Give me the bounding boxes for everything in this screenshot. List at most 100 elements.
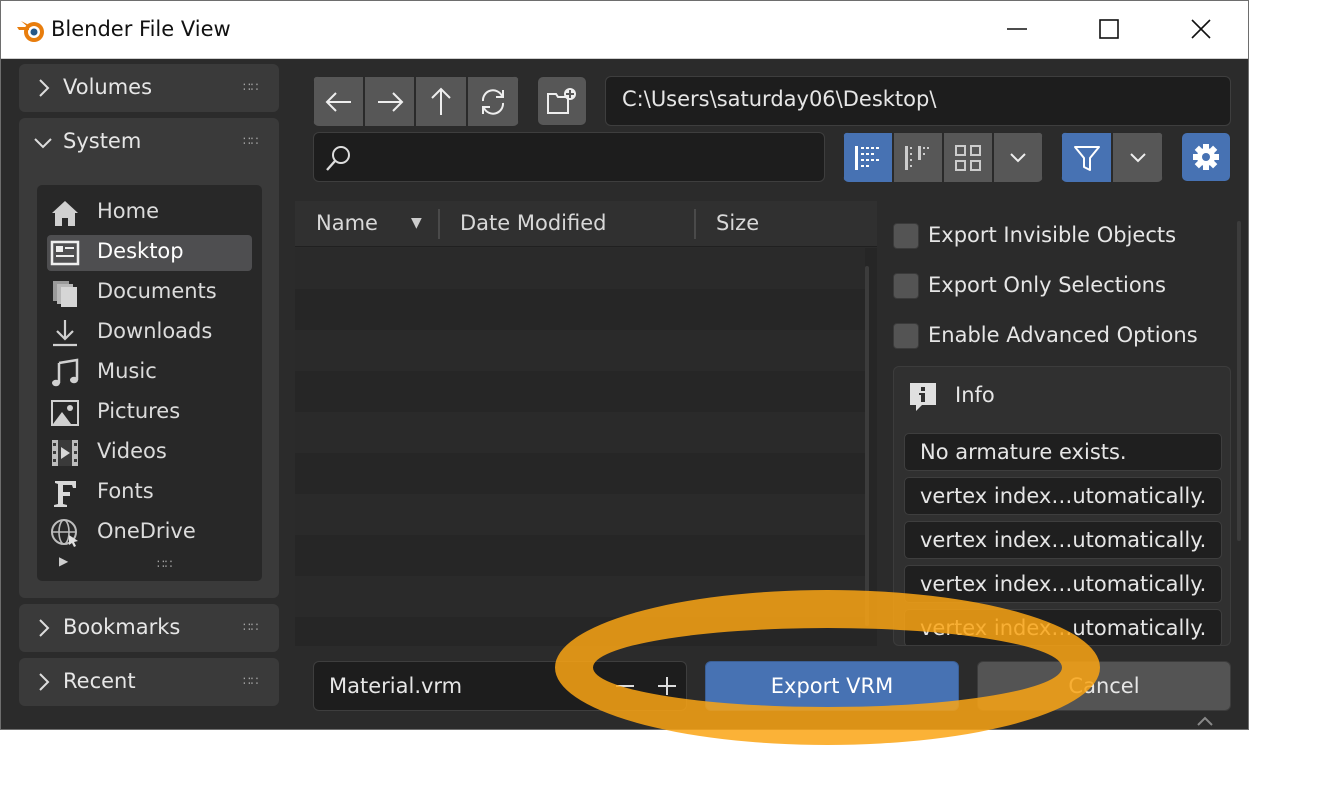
forward-button[interactable] <box>364 76 416 126</box>
refresh-button[interactable] <box>467 76 519 126</box>
path-text: C:\Users\saturday06\Desktop\ <box>622 87 937 111</box>
sidebar-item-label: Videos <box>97 439 167 463</box>
videos-icon <box>52 440 78 466</box>
list-view-icon <box>855 146 879 170</box>
recent-panel[interactable]: Recent ∷∷ <box>19 658 279 706</box>
refresh-icon <box>481 89 505 115</box>
chevron-right-icon <box>39 673 50 691</box>
sidebar-item-label: Music <box>97 359 157 383</box>
column-name[interactable]: Name <box>316 211 378 235</box>
back-button[interactable] <box>313 76 365 126</box>
drag-grip-icon[interactable]: ∷∷ <box>243 620 258 634</box>
minimize-button[interactable] <box>989 1 1045 57</box>
bookmarks-panel[interactable]: Bookmarks ∷∷ <box>19 604 279 652</box>
settings-toggle-button[interactable] <box>1181 132 1231 182</box>
chevron-right-icon <box>39 619 50 637</box>
column-size[interactable]: Size <box>716 211 759 235</box>
chevron-down-icon[interactable] <box>33 136 53 150</box>
pictures-icon <box>51 400 79 426</box>
system-label[interactable]: System <box>63 129 141 153</box>
info-message: vertex index…utomatically. <box>904 477 1222 515</box>
file-list[interactable] <box>295 248 877 646</box>
resize-grip-icon[interactable]: ∷∷ <box>157 557 172 571</box>
file-list-header: Name ▼ Date Modified Size <box>295 201 877 247</box>
filter-options-dropdown[interactable] <box>1112 132 1163 182</box>
sidebar-item-label: Documents <box>97 279 217 303</box>
maximize-button[interactable] <box>1081 1 1137 57</box>
sidebar-item-music[interactable]: Music <box>37 355 262 391</box>
filter-icon <box>1073 146 1100 171</box>
info-message: No armature exists. <box>904 433 1222 471</box>
sidebar-item-fonts[interactable]: Fonts <box>37 475 262 511</box>
sidebar-item-onedrive[interactable]: OneDrive <box>37 515 262 551</box>
column-divider[interactable] <box>694 209 696 239</box>
checkbox[interactable] <box>893 273 919 299</box>
column-divider[interactable] <box>438 209 440 239</box>
file-view-window: Blender File View Volumes ∷∷ System ∷∷ H… <box>0 0 1249 730</box>
expand-arrow-icon[interactable]: ▶ <box>59 554 68 568</box>
sort-desc-icon[interactable]: ▼ <box>411 215 422 231</box>
parent-directory-button[interactable] <box>415 76 468 126</box>
title-bar: Blender File View <box>1 1 1248 59</box>
sidebar-item-label: OneDrive <box>97 519 196 543</box>
sidebar-item-home[interactable]: Home <box>37 195 262 231</box>
list-row-stripe <box>295 576 865 617</box>
list-row-stripe <box>295 412 865 453</box>
chevron-down-icon <box>1129 153 1146 163</box>
sidebar-item-desktop[interactable]: Desktop <box>47 235 252 271</box>
chevron-up-icon[interactable] <box>1195 715 1215 727</box>
chevron-right-icon <box>39 79 50 97</box>
volumes-panel[interactable]: Volumes ∷∷ <box>19 64 279 112</box>
minus-icon <box>616 685 634 687</box>
increment-button[interactable] <box>646 662 688 710</box>
system-list: Home Desktop Documents Downloads Music P… <box>37 185 262 581</box>
close-icon <box>1191 19 1211 39</box>
options-scrollbar[interactable] <box>1237 221 1241 541</box>
info-title: Info <box>955 383 995 407</box>
info-message: vertex index…utomatically. <box>904 609 1222 645</box>
home-icon <box>52 201 78 226</box>
horizontal-list-button[interactable] <box>893 132 943 182</box>
list-row-stripe <box>295 494 865 535</box>
sidebar-item-label: Desktop <box>97 239 184 263</box>
file-list-scrollbar[interactable] <box>865 266 869 626</box>
drag-grip-icon[interactable]: ∷∷ <box>243 80 258 94</box>
sidebar-item-pictures[interactable]: Pictures <box>37 395 262 431</box>
decrement-button[interactable] <box>604 662 646 710</box>
display-options-dropdown[interactable] <box>993 132 1043 182</box>
filename-field[interactable]: Material.vrm <box>313 661 687 711</box>
navigation-button-group <box>313 76 519 126</box>
bookmarks-label: Bookmarks <box>63 615 181 639</box>
checkbox[interactable] <box>893 223 919 249</box>
checkbox[interactable] <box>893 323 919 349</box>
thumbnails-button[interactable] <box>943 132 993 182</box>
filter-toggle-button[interactable] <box>1061 132 1112 182</box>
new-folder-icon <box>547 88 576 114</box>
option-export-invisible[interactable]: Export Invisible Objects <box>893 222 1233 252</box>
drag-grip-icon[interactable]: ∷∷ <box>243 674 258 688</box>
new-folder-button[interactable] <box>537 76 587 126</box>
documents-icon <box>53 281 77 307</box>
vertical-list-button[interactable] <box>843 132 893 182</box>
sidebar-item-videos[interactable]: Videos <box>37 435 262 471</box>
option-advanced[interactable]: Enable Advanced Options <box>893 322 1233 352</box>
cancel-button[interactable]: Cancel <box>977 661 1231 711</box>
column-date-modified[interactable]: Date Modified <box>460 211 606 235</box>
close-button[interactable] <box>1173 1 1229 57</box>
export-vrm-button[interactable]: Export VRM <box>705 661 959 711</box>
sidebar-item-label: Fonts <box>97 479 154 503</box>
window-title: Blender File View <box>51 17 231 41</box>
option-export-selected[interactable]: Export Only Selections <box>893 272 1233 302</box>
sidebar-item-downloads[interactable]: Downloads <box>37 315 262 351</box>
list-row-stripe <box>295 330 865 371</box>
horizontal-list-icon <box>905 146 929 170</box>
download-icon <box>53 320 77 347</box>
fonts-icon <box>54 481 76 507</box>
search-field[interactable] <box>313 132 825 182</box>
gear-icon <box>1193 144 1219 170</box>
drag-grip-icon[interactable]: ∷∷ <box>243 134 258 148</box>
path-field[interactable]: C:\Users\saturday06\Desktop\ <box>605 76 1231 126</box>
minimize-icon <box>1007 28 1027 30</box>
sidebar-item-documents[interactable]: Documents <box>37 275 262 311</box>
chevron-down-icon <box>1010 153 1026 163</box>
